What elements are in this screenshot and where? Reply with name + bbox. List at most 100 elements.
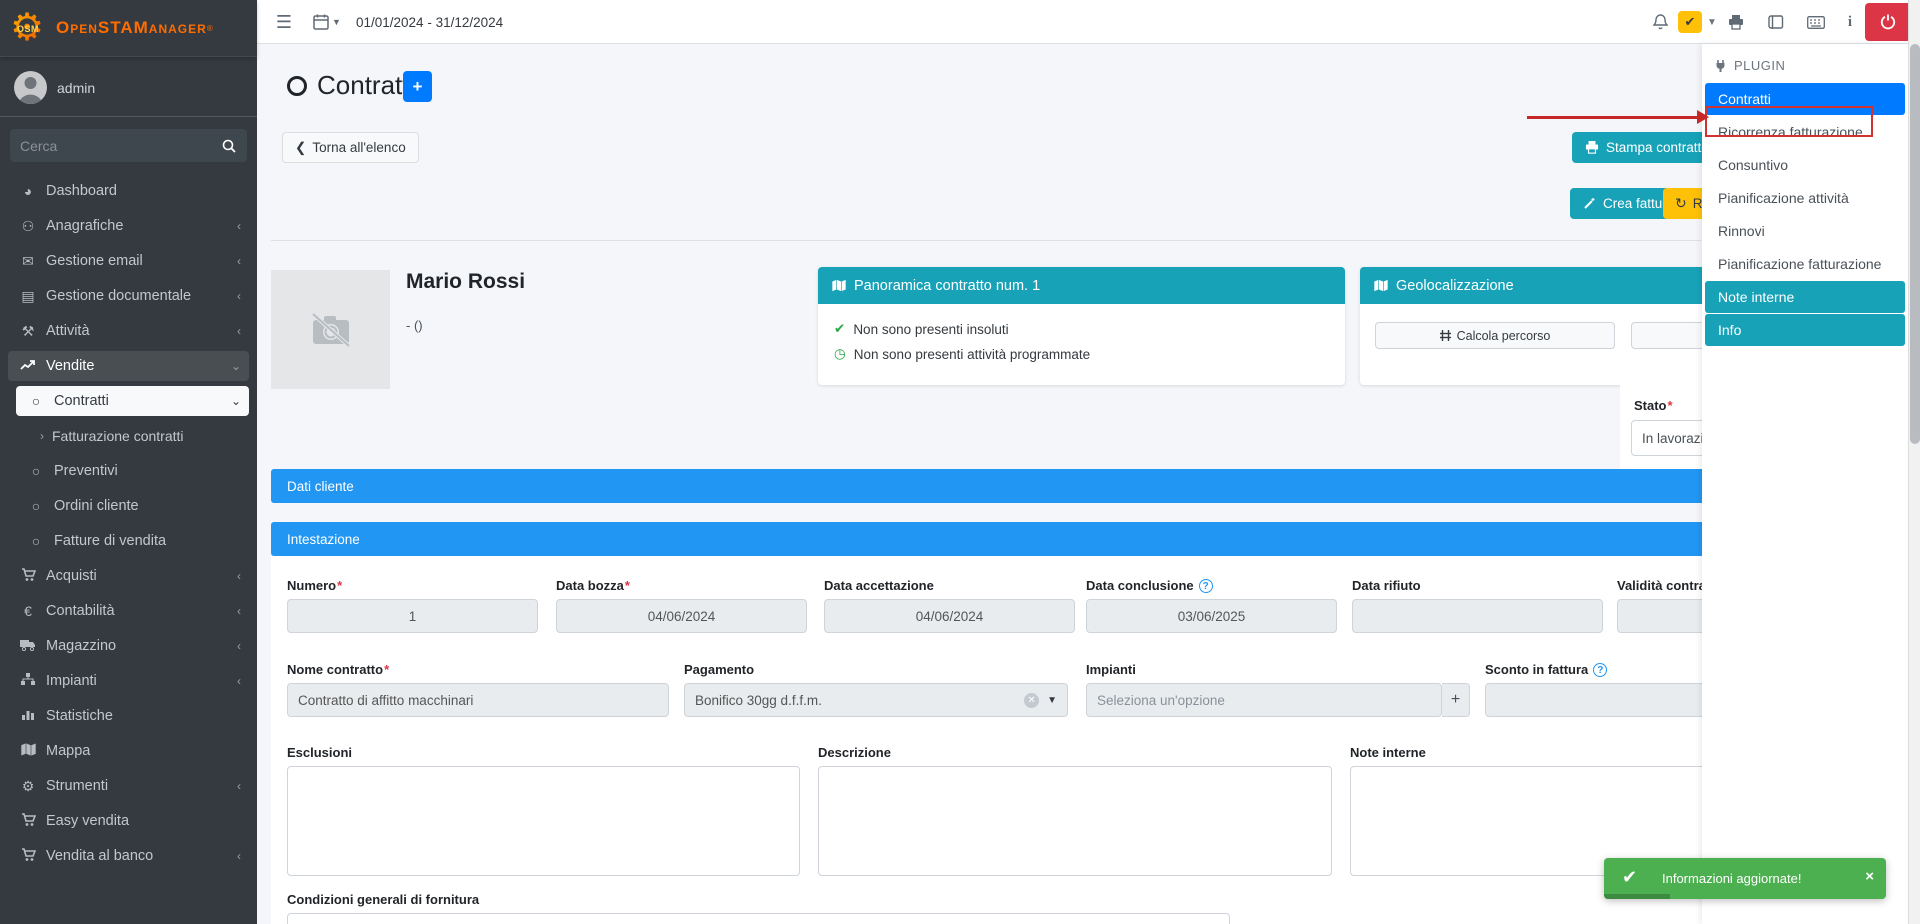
bell-icon[interactable] [1646,0,1674,44]
data-conclusione-label: Data conclusione? [1086,578,1213,593]
sidebar-item-ordini-cliente[interactable]: ○Ordini cliente [16,491,249,521]
date-range[interactable]: 01/01/2024 - 31/12/2024 [356,0,503,44]
sidebar: ⚙OSM OpenSTAManager® admin ◕Dashboard ⚇A… [0,0,257,924]
sidebar-item-vendita-al-banco[interactable]: Vendita al banco‹ [8,841,249,871]
data-conclusione-input[interactable] [1086,599,1337,633]
data-bozza-input[interactable] [556,599,807,633]
sidebar-item-acquisti[interactable]: Acquisti‹ [8,561,249,591]
numero-input[interactable] [287,599,538,633]
circle-icon: ○ [24,393,48,409]
printer-icon [1585,141,1599,154]
plugin-item-contratti[interactable]: Contratti [1705,83,1905,115]
plugin-item-pianificazione-fatturazione[interactable]: Pianificazione fatturazione [1705,248,1905,280]
search-icon [222,139,236,153]
book-icon[interactable] [1759,0,1793,44]
map-icon [16,743,40,759]
chevron-left-icon: ‹ [237,324,241,338]
sidebar-item-fatture-di-vendita[interactable]: ○Fatture di vendita [16,526,249,556]
data-accettazione-label: Data accettazione [824,578,934,593]
cart-icon [16,848,40,865]
data-rifiuto-input[interactable] [1352,599,1603,633]
data-rifiuto-label: Data rifiuto [1352,578,1421,593]
sidebar-item-statistiche[interactable]: Statistiche [8,701,249,731]
page-scrollbar[interactable] [1908,0,1920,924]
caret-down-icon: ▼ [1047,695,1057,706]
osm-gear-icon: ⚙OSM [10,8,50,48]
app-logo[interactable]: ⚙OSM OpenSTAManager® [0,0,257,57]
page-title: Contratti [287,70,415,101]
sidebar-item-preventivi[interactable]: ○Preventivi [16,456,249,486]
plugin-menu: PLUGIN Contratti Ricorrenza fatturazione… [1702,44,1908,924]
sidebar-item-gestione-documentale[interactable]: ▤Gestione documentale‹ [8,281,249,311]
user-panel[interactable]: admin [0,57,257,117]
status-check-badge[interactable]: ✔ [1678,11,1702,33]
search-input[interactable] [10,129,211,162]
sidebar-item-gestione-email[interactable]: ✉Gestione email‹ [8,246,249,276]
help-icon[interactable]: ? [1199,579,1213,593]
check-icon: ✔ [834,321,845,337]
plugin-item-rinnovi[interactable]: Rinnovi [1705,215,1905,247]
contract-overview-header: Panoramica contratto num. 1 [818,267,1345,304]
sidebar-item-dashboard[interactable]: ◕Dashboard [8,176,249,206]
condizioni-textarea[interactable] [287,913,1230,924]
cart-icon [16,568,40,585]
calendar-icon[interactable]: ▼ [307,0,347,44]
plugin-item-info[interactable]: Info [1705,314,1905,346]
overview-line-insoluti: ✔Non sono presenti insoluti [834,321,1345,337]
sidebar-item-strumenti[interactable]: ⚙Strumenti‹ [8,771,249,801]
esclusioni-textarea[interactable] [287,766,800,876]
impianti-add-button[interactable]: + [1442,683,1470,717]
annotation-arrow [1527,116,1699,119]
chevron-left-icon: ‹ [237,639,241,653]
close-icon[interactable]: × [1865,868,1874,885]
numero-label: Numero* [287,578,342,593]
sidebar-item-vendite[interactable]: Vendite⌄ [8,351,249,381]
section-intestazione[interactable]: Intestazione [271,522,1894,556]
map-icon [1374,279,1388,292]
chevron-left-icon: ‹ [237,604,241,618]
caret-down-icon[interactable]: ▼ [1707,17,1717,28]
overview-line-attivita: ◷Non sono presenti attività programmate [834,346,1345,362]
impianti-select[interactable]: Seleziona un'opzione [1086,683,1442,717]
sidebar-item-easy-vendita[interactable]: Easy vendita [8,806,249,836]
client-name: Mario Rossi [406,270,525,294]
sidebar-item-anagrafiche[interactable]: ⚇Anagrafiche‹ [8,211,249,241]
data-accettazione-input[interactable] [824,599,1075,633]
pagamento-select[interactable]: Bonifico 30gg d.f.f.m. ✕ ▼ [684,683,1068,717]
data-bozza-label: Data bozza* [556,578,630,593]
keyboard-icon[interactable] [1799,0,1833,44]
back-to-list-button[interactable]: ❮Torna all'elenco [282,132,419,163]
chevron-right-icon: › [40,429,44,443]
sidebar-item-contabilita[interactable]: €Contabilità‹ [8,596,249,626]
logout-power-button[interactable] [1865,3,1911,41]
scrollbar-thumb[interactable] [1910,44,1920,444]
nome-contratto-input[interactable] [287,683,669,717]
plugin-item-ricorrenza-fatturazione[interactable]: Ricorrenza fatturazione [1705,116,1905,148]
descrizione-label: Descrizione [818,745,891,760]
section-dati-cliente[interactable]: Dati cliente [271,469,1894,503]
sidebar-item-magazzino[interactable]: Magazzino‹ [8,631,249,661]
plugin-item-pianificazione-attivita[interactable]: Pianificazione attività [1705,182,1905,214]
circle-icon: ○ [24,498,48,514]
help-icon[interactable]: ? [1593,663,1607,677]
search-button[interactable] [211,129,247,162]
sidebar-item-attivita[interactable]: ⚒Attività‹ [8,316,249,346]
sconto-label: Sconto in fattura? [1485,662,1607,677]
sidebar-item-mappa[interactable]: Mappa [8,736,249,766]
hamburger-menu-icon[interactable]: ☰ [269,0,299,44]
sidebar-item-fatturazione-contratti[interactable]: ›Fatturazione contratti [32,421,249,451]
registered-mark: ® [207,24,213,33]
add-contract-button[interactable]: + [403,71,432,102]
descrizione-textarea[interactable] [818,766,1332,876]
calculate-route-button[interactable]: Calcola percorso [1375,322,1615,349]
chevron-left-icon: ‹ [237,674,241,688]
sidebar-item-contratti[interactable]: ○Contratti⌄ [16,386,249,416]
bar-chart-icon [16,708,40,724]
plugin-item-note-interne[interactable]: Note interne [1705,281,1905,313]
printer-icon[interactable] [1719,0,1753,44]
sidebar-item-impianti[interactable]: Impianti‹ [8,666,249,696]
plugin-item-consuntivo[interactable]: Consuntivo [1705,149,1905,181]
chevron-left-icon: ‹ [237,289,241,303]
info-icon[interactable]: i [1837,0,1863,44]
clear-icon[interactable]: ✕ [1024,693,1039,708]
